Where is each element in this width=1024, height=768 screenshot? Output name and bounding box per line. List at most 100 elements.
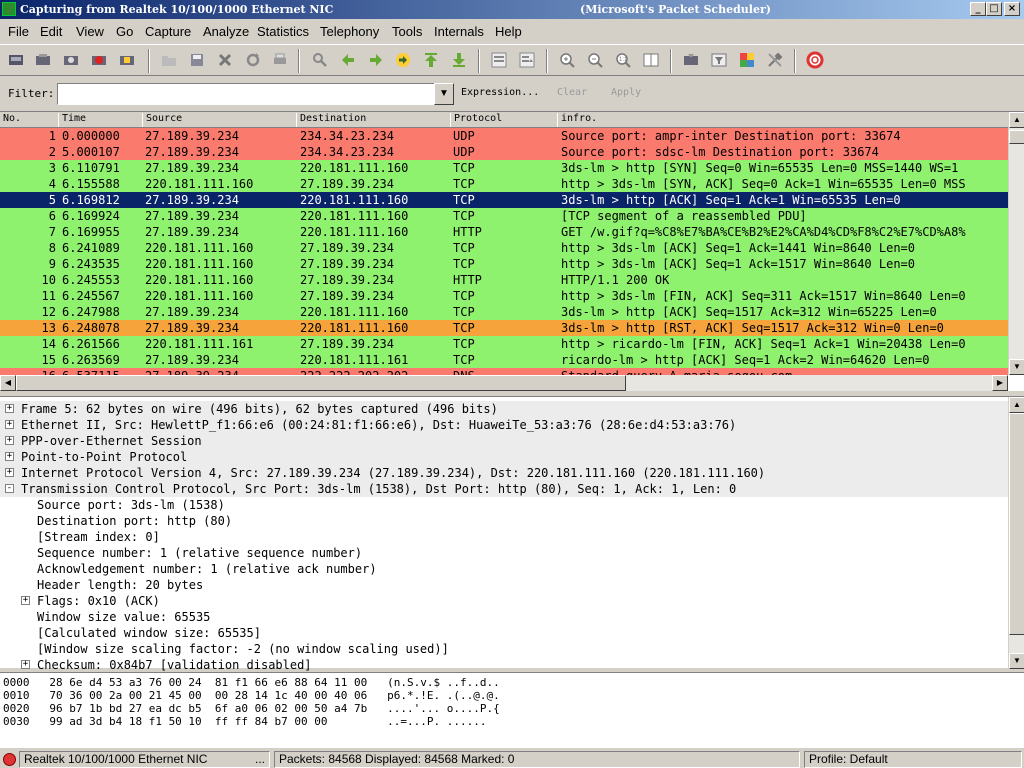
restart-capture-icon[interactable] xyxy=(118,51,136,69)
minimize-button[interactable]: _ xyxy=(970,2,986,16)
help-icon[interactable] xyxy=(806,51,824,69)
clear-button[interactable]: Clear xyxy=(557,87,587,98)
hex-row[interactable]: 0010 70 36 00 2a 00 21 45 00 00 28 14 1c… xyxy=(3,689,500,702)
menu-file[interactable]: File xyxy=(8,24,29,39)
normal-size-icon[interactable]: 1:1 xyxy=(614,51,632,69)
collapse-icon[interactable]: - xyxy=(5,484,14,493)
expand-icon[interactable]: + xyxy=(21,596,30,605)
expand-icon[interactable]: + xyxy=(5,420,14,429)
column-header-info[interactable]: infro. xyxy=(557,113,1008,127)
zoom-out-icon[interactable] xyxy=(586,51,604,69)
scroll-up-button[interactable]: ▲ xyxy=(1009,112,1024,128)
scroll-right-button[interactable]: ▶ xyxy=(992,375,1008,391)
go-to-packet-icon[interactable] xyxy=(394,51,412,69)
expand-icon[interactable]: + xyxy=(21,660,30,669)
capture-options-icon[interactable] xyxy=(34,51,52,69)
column-header-no[interactable]: No. xyxy=(0,113,58,127)
preferences-icon[interactable] xyxy=(766,51,784,69)
scroll-thumb[interactable] xyxy=(1009,413,1024,635)
list-interfaces-icon[interactable] xyxy=(7,51,25,69)
stop-capture-icon[interactable] xyxy=(90,51,108,69)
go-first-icon[interactable] xyxy=(422,51,440,69)
expand-icon[interactable]: + xyxy=(5,436,14,445)
packet-row[interactable]: 4 6.155588 220.181.111.160 27.189.39.234 TCP… xyxy=(0,176,1008,192)
menu-go[interactable]: Go xyxy=(116,24,133,39)
detail-protocol-row[interactable]: + Frame 5: 62 bytes on wire (496 bits), 6… xyxy=(0,401,1008,417)
scroll-left-button[interactable]: ◀ xyxy=(0,375,16,391)
menu-analyze[interactable]: Analyze xyxy=(203,24,249,39)
hex-row[interactable]: 0030 99 ad 3d b4 18 f1 50 10 ff ff 84 b7… xyxy=(3,715,486,728)
go-back-icon[interactable] xyxy=(339,51,357,69)
reload-icon[interactable] xyxy=(244,51,262,69)
scroll-thumb[interactable] xyxy=(1009,130,1024,144)
capture-status-icon[interactable] xyxy=(3,753,16,766)
start-capture-icon[interactable] xyxy=(62,51,80,69)
packet-row[interactable]: 14 6.261566 220.181.111.161 27.189.39.234 TC… xyxy=(0,336,1008,352)
close-file-icon[interactable] xyxy=(216,51,234,69)
menu-internals[interactable]: Internals xyxy=(434,24,484,39)
packet-row[interactable]: 9 6.243535 220.181.111.160 27.189.39.234 TCP… xyxy=(0,256,1008,272)
details-vscrollbar[interactable]: ▲ ▼ xyxy=(1008,397,1024,669)
menu-help[interactable]: Help xyxy=(495,24,522,39)
status-profile[interactable]: Profile: Default xyxy=(804,751,1022,768)
column-header-time[interactable]: Time xyxy=(58,113,142,127)
capture-filters-icon[interactable] xyxy=(682,51,700,69)
expand-icon[interactable]: + xyxy=(5,468,14,477)
detail-protocol-row[interactable]: + Ethernet II, Src: HewlettP_f1:66:e6 (00… xyxy=(0,417,1008,433)
expression-button[interactable]: Expression... xyxy=(461,87,539,98)
packet-row[interactable]: 6 6.169924 27.189.39.234 220.181.111.160 TCP… xyxy=(0,208,1008,224)
column-header-protocol[interactable]: Protocol xyxy=(450,113,557,127)
menu-view[interactable]: View xyxy=(76,24,104,39)
status-packets: Packets: 84568 Displayed: 84568 Marked: … xyxy=(274,751,800,768)
expand-icon[interactable]: + xyxy=(5,452,14,461)
menu-capture[interactable]: Capture xyxy=(145,24,191,39)
go-forward-icon[interactable] xyxy=(367,51,385,69)
find-packet-icon[interactable] xyxy=(311,51,329,69)
close-window-button[interactable]: × xyxy=(1004,2,1020,16)
print-icon[interactable] xyxy=(271,51,289,69)
detail-protocol-row[interactable]: + Internet Protocol Version 4, Src: 27.18… xyxy=(0,465,1008,481)
resize-columns-icon[interactable] xyxy=(642,51,660,69)
packet-row[interactable]: 15 6.263569 27.189.39.234 220.181.111.161 TC… xyxy=(0,352,1008,368)
colorize-icon[interactable] xyxy=(490,51,508,69)
filter-dropdown-button[interactable]: ▼ xyxy=(434,83,454,105)
save-file-icon[interactable] xyxy=(188,51,206,69)
detail-protocol-row[interactable]: + Point-to-Point Protocol xyxy=(0,449,1008,465)
scroll-down-button[interactable]: ▼ xyxy=(1009,653,1024,669)
packet-row[interactable]: 7 6.169955 27.189.39.234 220.181.111.160 HTT… xyxy=(0,224,1008,240)
auto-scroll-icon[interactable] xyxy=(518,51,536,69)
packet-row[interactable]: 13 6.248078 27.189.39.234 220.181.111.160 TC… xyxy=(0,320,1008,336)
menu-tools[interactable]: Tools xyxy=(392,24,422,39)
packet-row[interactable]: 5 6.169812 27.189.39.234 220.181.111.160 TCP… xyxy=(0,192,1008,208)
expand-icon[interactable]: + xyxy=(5,404,14,413)
column-header-source[interactable]: Source xyxy=(142,113,296,127)
hex-row[interactable]: 0020 96 b7 1b bd 27 ea dc b5 6f a0 06 02… xyxy=(3,702,500,715)
scroll-up-button[interactable]: ▲ xyxy=(1009,397,1024,413)
column-header-destination[interactable]: Destination xyxy=(296,113,450,127)
menu-telephony[interactable]: Telephony xyxy=(320,24,379,39)
menu-statistics[interactable]: Statistics xyxy=(257,24,309,39)
scroll-down-button[interactable]: ▼ xyxy=(1009,359,1024,375)
packet-list-hscrollbar[interactable]: ◀ ▶ xyxy=(0,375,1008,391)
packet-row[interactable]: 3 6.110791 27.189.39.234 220.181.111.160 TCP… xyxy=(0,160,1008,176)
packet-list-vscrollbar[interactable]: ▲ ▼ xyxy=(1008,112,1024,375)
packet-row[interactable]: 1 0.000000 27.189.39.234 234.34.23.234 UDP So… xyxy=(0,128,1008,144)
detail-protocol-row[interactable]: - Transmission Control Protocol, Src Port… xyxy=(0,481,1008,497)
open-file-icon[interactable] xyxy=(160,51,178,69)
packet-row[interactable]: 10 6.245553 220.181.111.160 27.189.39.234 HT… xyxy=(0,272,1008,288)
hscroll-thumb[interactable] xyxy=(16,375,626,391)
go-last-icon[interactable] xyxy=(450,51,468,69)
maximize-button[interactable]: □ xyxy=(986,2,1002,16)
hex-row[interactable]: 0000 28 6e d4 53 a3 76 00 24 81 f1 66 e6… xyxy=(3,676,500,689)
zoom-in-icon[interactable] xyxy=(558,51,576,69)
apply-button[interactable]: Apply xyxy=(611,87,641,98)
display-filters-icon[interactable] xyxy=(710,51,728,69)
menu-edit[interactable]: Edit xyxy=(40,24,62,39)
filter-input[interactable] xyxy=(57,83,435,105)
coloring-rules-icon[interactable] xyxy=(738,51,756,69)
packet-row[interactable]: 11 6.245567 220.181.111.160 27.189.39.234 TC… xyxy=(0,288,1008,304)
detail-protocol-row[interactable]: + PPP-over-Ethernet Session xyxy=(0,433,1008,449)
packet-row[interactable]: 2 5.000107 27.189.39.234 234.34.23.234 UDP So… xyxy=(0,144,1008,160)
packet-row[interactable]: 12 6.247988 27.189.39.234 220.181.111.160 TC… xyxy=(0,304,1008,320)
packet-row[interactable]: 8 6.241089 220.181.111.160 27.189.39.234 TCP… xyxy=(0,240,1008,256)
